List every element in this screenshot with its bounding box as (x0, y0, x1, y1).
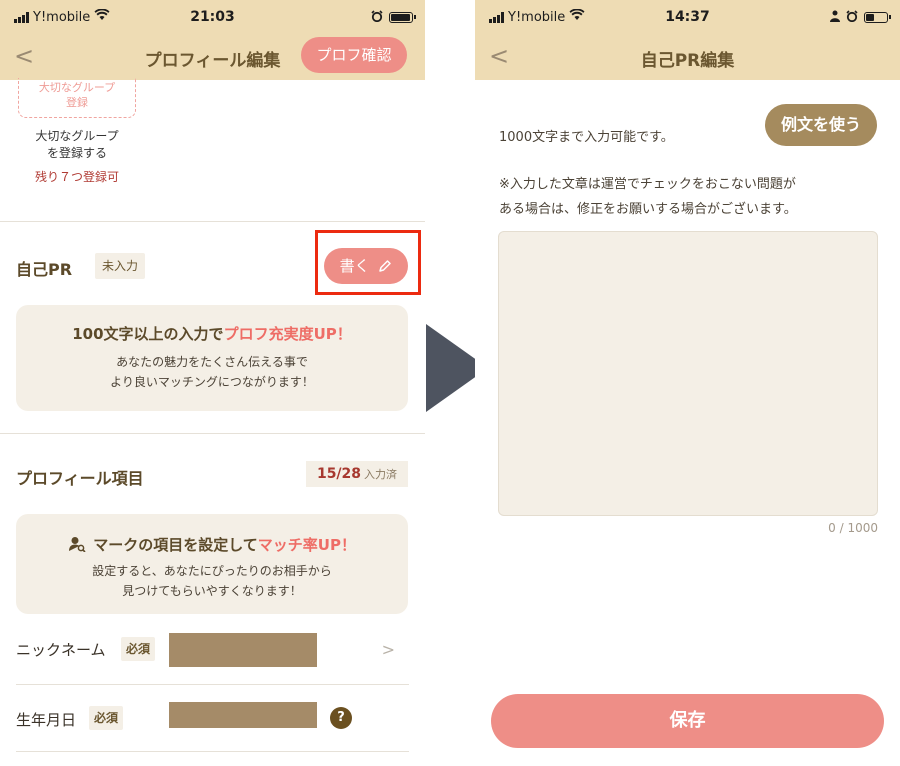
profile-edit-screen: Y!mobile 21:03 < プロフィール編集 プロフ確認 大切なグループ … (0, 0, 425, 766)
clock: 21:03 (190, 9, 235, 25)
write-button[interactable]: 書く (324, 248, 408, 284)
review-note: ※入力した文章は運営でチェックをおこない問題が ある場合は、修正をお願いする場合… (499, 177, 797, 217)
pr-tip-body: あなたの魅力をたくさん伝える事で より良いマッチングにつながります！ (110, 355, 314, 389)
pr-tip-card: 100文字以上の入力でプロフ充実度UP！ あなたの魅力をたくさん伝える事で より… (16, 305, 408, 411)
match-tip-heading: マークの項目を設定してマッチ率UP！ (16, 534, 408, 555)
pr-tip-heading-highlight: プロフ充実度UP！ (223, 325, 352, 343)
match-tip-heading-text: マークの項目を設定して (93, 536, 258, 554)
char-counter: 0 / 1000 (828, 521, 878, 535)
status-bar: Y!mobile 14:37 (475, 0, 900, 34)
profile-preview-button[interactable]: プロフ確認 (301, 37, 407, 73)
completion-count-value: 15/28 (316, 466, 362, 482)
birthdate-label: 生年月日 (16, 711, 77, 729)
add-group-slot[interactable]: 大切なグループ 登録 (18, 78, 136, 118)
status-bar: Y!mobile 21:03 (0, 0, 425, 34)
self-pr-edit-screen: Y!mobile 14:37 < 自己PR編集 1000文字まで入力可能です。 … (475, 0, 900, 766)
battery-icon (389, 12, 416, 23)
group-remaining: 残り７つ登録可 (34, 170, 119, 184)
self-pr-textarea[interactable] (498, 231, 878, 516)
birthdate-value[interactable] (169, 702, 317, 728)
completion-count: 15/28 入力済 (306, 461, 408, 487)
group-caption: 大切なグループ を登録する (35, 129, 119, 160)
profile-items-heading: プロフィール項目 (16, 469, 144, 488)
status-badge: 未入力 (95, 253, 145, 279)
person-icon (830, 10, 840, 25)
use-example-button[interactable]: 例文を使う (765, 104, 877, 146)
nickname-value[interactable] (169, 633, 317, 667)
battery-icon (864, 12, 891, 23)
nav-bar: < 自己PR編集 (475, 34, 900, 80)
self-pr-heading: 自己PR (16, 260, 73, 279)
match-tip-card: マークの項目を設定してマッチ率UP！ 設定すると、あなたにぴったりのお相手から … (16, 514, 408, 614)
alarm-icon (371, 10, 383, 25)
page-title: 自己PR編集 (640, 51, 735, 71)
pencil-icon (378, 259, 392, 277)
alarm-icon (846, 10, 858, 25)
match-tip-heading-highlight: マッチ率UP！ (257, 536, 356, 554)
char-limit-text: 1000文字まで入力可能です。 (499, 130, 674, 145)
save-button[interactable]: 保存 (491, 694, 884, 748)
chevron-right-icon[interactable]: > (382, 640, 395, 659)
divider (16, 751, 409, 752)
divider (16, 684, 409, 685)
required-badge: 必須 (89, 706, 124, 730)
completion-count-label: 入力済 (364, 468, 398, 481)
divider (0, 433, 425, 434)
nickname-label: ニックネーム (16, 641, 106, 659)
nav-bar: < プロフィール編集 プロフ確認 (0, 34, 425, 80)
match-tip-body: 設定すると、あなたにぴったりのお相手から 見つけてもらいやすくなります！ (92, 564, 332, 598)
required-badge: 必須 (121, 637, 156, 661)
write-button-label: 書く (339, 257, 370, 275)
help-icon[interactable]: ? (330, 707, 352, 729)
person-search-icon (68, 537, 91, 556)
pr-tip-heading-text: 100文字以上の入力で (72, 325, 224, 343)
pr-tip-heading: 100文字以上の入力でプロフ充実度UP！ (16, 323, 408, 344)
divider (0, 221, 425, 222)
